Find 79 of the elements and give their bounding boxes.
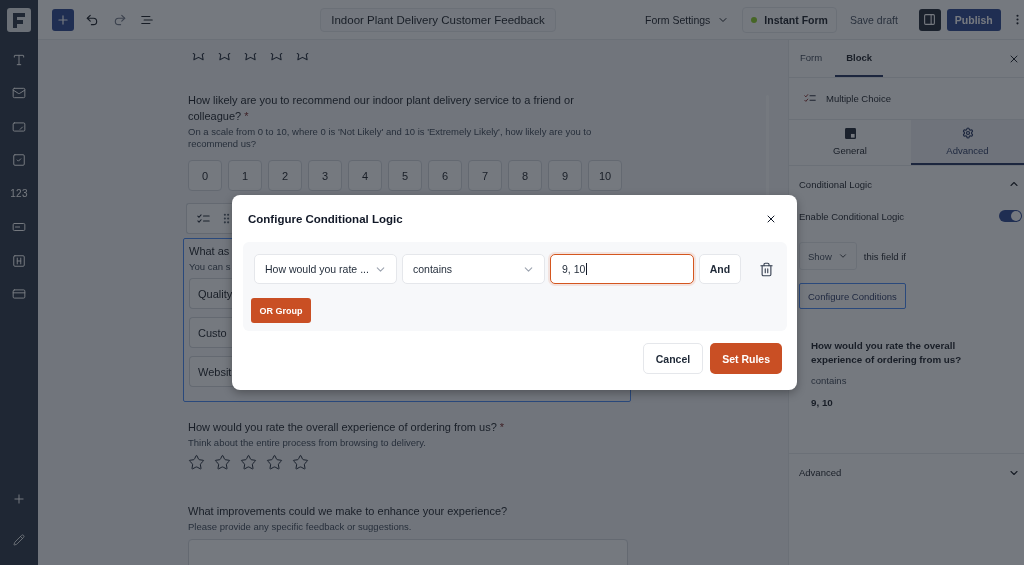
panel-tab[interactable]: Block bbox=[835, 40, 884, 77]
scale-option-button[interactable]: 9 bbox=[548, 160, 582, 191]
form-settings-button[interactable]: Form Settings bbox=[636, 6, 739, 33]
settings-tab[interactable]: Advanced bbox=[911, 120, 1024, 165]
section-header[interactable]: Advanced bbox=[789, 453, 1024, 491]
panel-tab[interactable]: Form bbox=[789, 40, 834, 77]
condition-field: How would you rate the overall experience of ordering from us? bbox=[811, 339, 976, 367]
pencil-icon[interactable] bbox=[13, 534, 25, 546]
instant-form-button[interactable]: Instant Form bbox=[742, 6, 837, 33]
question-description: You can s bbox=[189, 261, 231, 273]
add-block-button[interactable] bbox=[52, 8, 74, 31]
scale-option-button[interactable]: 10 bbox=[588, 160, 622, 191]
or-group-button[interactable]: OR Group bbox=[251, 298, 311, 323]
question-description: Please provide any specific feedback or suggestions. bbox=[188, 521, 412, 533]
number-label[interactable]: 123 bbox=[10, 188, 28, 200]
checklist-icon[interactable] bbox=[197, 212, 210, 225]
scale-option-button[interactable]: 1 bbox=[228, 160, 262, 191]
condition-value: 9, 10 bbox=[811, 397, 833, 408]
plus-icon[interactable] bbox=[12, 492, 26, 506]
chevron-down-icon bbox=[837, 251, 848, 261]
scale-option-button[interactable]: 7 bbox=[468, 160, 502, 191]
field-select[interactable]: How would you rate ... bbox=[254, 254, 397, 284]
question-title: How would you rate the overall experience of ordering from us? * bbox=[188, 420, 505, 435]
toggle-switch[interactable] bbox=[999, 210, 1022, 222]
condition-operator: contains bbox=[811, 375, 847, 386]
section-header[interactable]: Conditional Logic bbox=[789, 174, 1024, 194]
checklist-icon bbox=[804, 92, 816, 104]
star-rating[interactable] bbox=[191, 53, 310, 62]
configure-conditions-button[interactable]: Configure Conditions bbox=[799, 283, 906, 309]
undo-icon[interactable] bbox=[85, 12, 99, 27]
and-button[interactable]: And bbox=[699, 254, 741, 284]
star-icon[interactable] bbox=[240, 454, 257, 471]
cancel-button[interactable]: Cancel bbox=[642, 343, 704, 374]
star-icon[interactable] bbox=[188, 454, 205, 471]
toggle-label: Enable Conditional Logic bbox=[799, 210, 905, 222]
plus-icon bbox=[56, 12, 70, 27]
star-icon[interactable] bbox=[295, 53, 310, 62]
panel-toggle-button[interactable] bbox=[918, 8, 941, 31]
status-dot-icon bbox=[751, 16, 758, 23]
value-input[interactable]: 9, 10 bbox=[550, 254, 694, 284]
scale-option-button[interactable]: 3 bbox=[308, 160, 342, 191]
scale-option-button[interactable]: 8 bbox=[508, 160, 542, 191]
layout-icon bbox=[844, 127, 856, 139]
operator-select[interactable]: contains bbox=[402, 254, 545, 284]
star-icon[interactable] bbox=[243, 53, 258, 62]
question-description: Think about the entire process from browsing to delivery. bbox=[188, 437, 426, 449]
input-box-icon[interactable] bbox=[12, 119, 26, 134]
logo-icon[interactable] bbox=[7, 8, 31, 32]
set-rules-button[interactable]: Set Rules bbox=[710, 343, 782, 374]
star-icon[interactable] bbox=[269, 53, 284, 62]
star-icon[interactable] bbox=[191, 53, 206, 62]
modal-title: Configure Conditional Logic bbox=[248, 212, 403, 225]
star-rating[interactable] bbox=[188, 454, 309, 471]
star-icon[interactable] bbox=[217, 53, 232, 62]
question-title: What improvements could we make to enhance your experience? bbox=[188, 504, 508, 519]
star-icon[interactable] bbox=[214, 454, 231, 471]
star-icon[interactable] bbox=[292, 454, 309, 471]
publish-button[interactable]: Publish bbox=[946, 8, 1001, 31]
heading-icon[interactable] bbox=[12, 253, 26, 268]
form-title-field[interactable]: Indoor Plant Delivery Customer Feedback bbox=[320, 7, 556, 32]
question-title: What as bbox=[189, 244, 230, 259]
trash-icon[interactable] bbox=[759, 261, 774, 277]
question-title: How likely are you to recommend our indoor plant delivery service to a friend or colleague? * bbox=[188, 93, 575, 124]
action-suffix: this field if bbox=[863, 250, 906, 262]
scale-option-button[interactable]: 4 bbox=[348, 160, 382, 191]
scale-option-button[interactable]: 0 bbox=[188, 160, 222, 191]
panel-icon bbox=[923, 13, 937, 26]
text-icon[interactable] bbox=[12, 52, 26, 67]
checkbox-icon[interactable] bbox=[12, 153, 26, 168]
scale-option-button[interactable]: 5 bbox=[388, 160, 422, 191]
mail-icon[interactable] bbox=[12, 86, 26, 101]
card-icon[interactable] bbox=[12, 287, 26, 302]
star-icon[interactable] bbox=[266, 454, 283, 471]
settings-icon bbox=[961, 127, 974, 139]
scale-option-button[interactable]: 2 bbox=[268, 160, 302, 191]
question-description: On a scale from 0 to 10, where 0 is 'Not Likely' and 10 is 'Extremely Likely', how likely are you to recommend us? bbox=[188, 126, 593, 150]
block-type-label: Multiple Choice bbox=[826, 92, 891, 104]
scale-option-button[interactable]: 6 bbox=[428, 160, 462, 191]
action-select[interactable]: Show bbox=[799, 242, 857, 270]
